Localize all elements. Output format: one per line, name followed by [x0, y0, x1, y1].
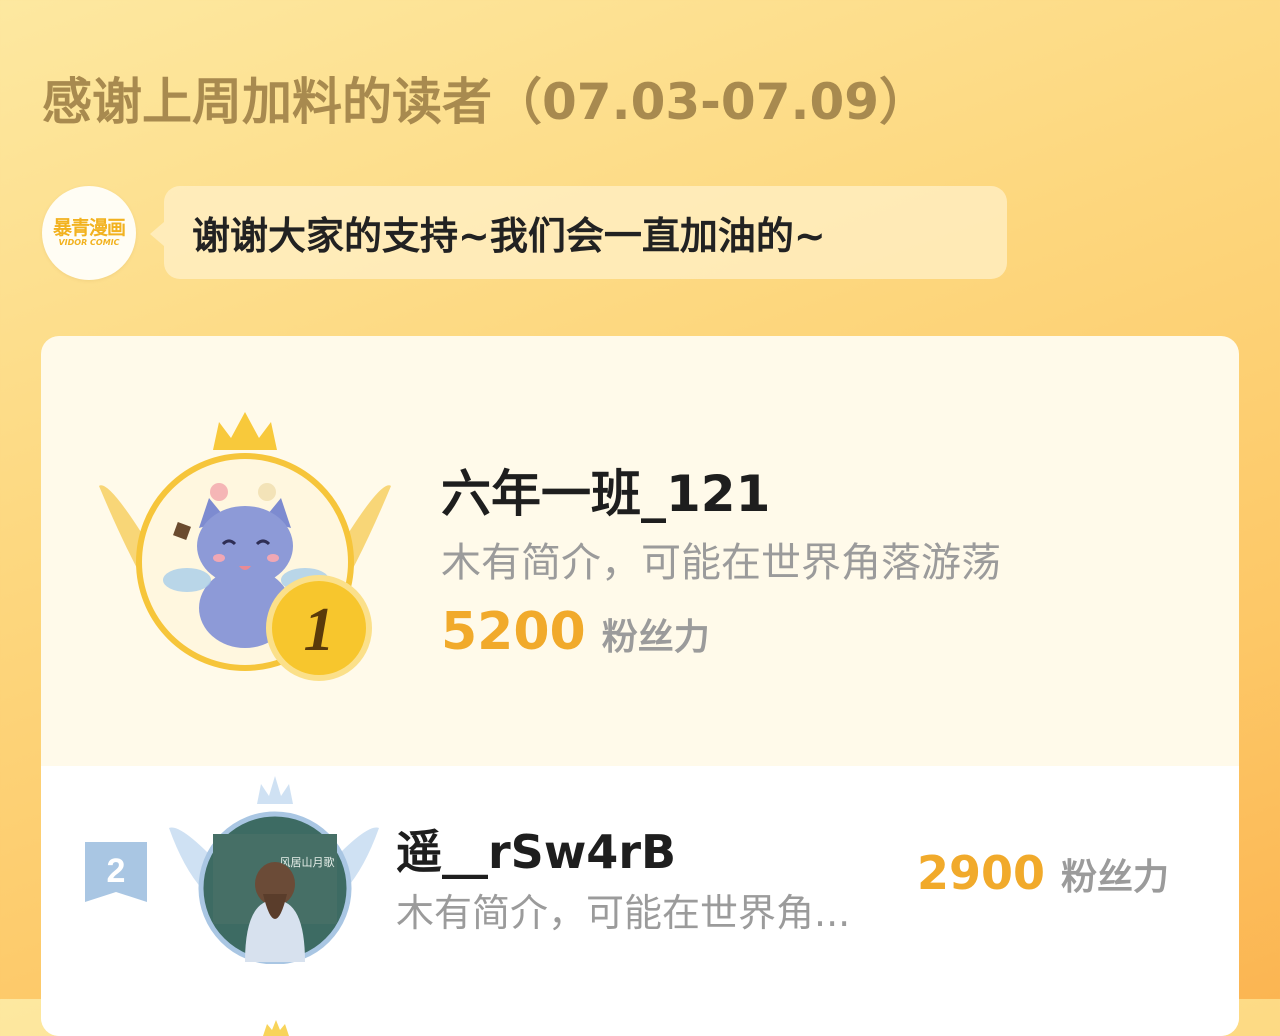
- rank-second-item[interactable]: 2 风居山月歌 遥__rSw4rB 木有简介，可能在世界角... 2900 粉丝…: [41, 766, 1239, 1036]
- ranking-card: 1 六年一班_121 木有简介，可能在世界角落游荡 5200 粉丝力 2 风居山…: [41, 336, 1239, 1036]
- rank2-badge: 2: [85, 842, 147, 902]
- brand-logo-text: 暴青漫画: [52, 217, 126, 239]
- rank-first-item[interactable]: 1 六年一班_121 木有简介，可能在世界角落游荡 5200 粉丝力: [41, 336, 1239, 766]
- rank1-score-unit: 粉丝力: [601, 617, 710, 658]
- rank2-avatar[interactable]: 风居山月歌: [169, 774, 379, 964]
- brand-logo: 暴青漫画 VIDOR COMIC: [42, 186, 136, 280]
- avatar-board-text: 风居山月歌: [280, 855, 335, 869]
- brand-logo-subtext: VIDOR COMIC: [58, 238, 120, 247]
- rank2-bio: 木有简介，可能在世界角...: [396, 891, 851, 935]
- page-title: 感谢上周加料的读者（07.03-07.09）: [42, 73, 930, 131]
- rank2-username[interactable]: 遥__rSw4rB: [396, 816, 676, 882]
- rank1-avatar[interactable]: 1: [99, 408, 391, 688]
- rank1-bio: 木有简介，可能在世界角落游荡: [441, 540, 1001, 586]
- rank1-medal-number: 1: [304, 596, 335, 664]
- rank2-score-unit: 粉丝力: [1061, 857, 1170, 898]
- rank1-score-value: 5200: [441, 602, 586, 662]
- rank2-score-value: 2900: [917, 846, 1046, 900]
- message-text: 谢谢大家的支持~我们会一直加油的~: [192, 214, 826, 258]
- rank3-crown-icon: [263, 1020, 289, 1036]
- rank1-username[interactable]: 六年一班_121: [441, 454, 770, 526]
- rank1-score: 5200 粉丝力: [441, 602, 710, 662]
- rank2-score: 2900 粉丝力: [917, 846, 1169, 900]
- rank2-badge-number: 2: [107, 852, 126, 890]
- message-bubble: 谢谢大家的支持~我们会一直加油的~: [150, 186, 1007, 279]
